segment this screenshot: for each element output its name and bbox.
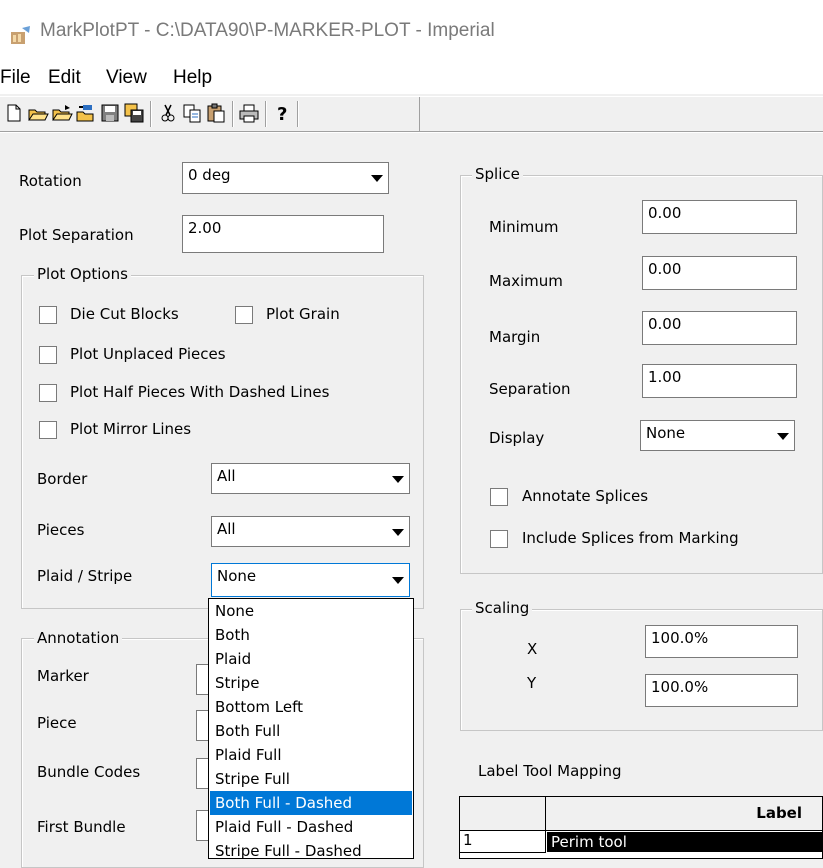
save-icon[interactable] bbox=[99, 102, 121, 124]
title-bar: MarkPlotPT - C:\DATA90\P-MARKER-PLOT - I… bbox=[0, 0, 823, 62]
chevron-down-icon[interactable] bbox=[386, 518, 408, 545]
menu-file[interactable]: File bbox=[0, 67, 31, 89]
paste-icon[interactable] bbox=[205, 102, 227, 124]
splice-display-select[interactable]: None bbox=[640, 420, 795, 451]
marker-label: Marker bbox=[37, 667, 89, 685]
rotation-value: 0 deg bbox=[188, 166, 231, 184]
plaid-stripe-label: Plaid / Stripe bbox=[37, 567, 133, 585]
menu-help[interactable]: Help bbox=[173, 67, 212, 89]
annotate-splices-label: Annotate Splices bbox=[522, 487, 649, 505]
plaid-stripe-select[interactable]: None bbox=[211, 563, 410, 597]
scaling-x-input[interactable]: 100.0% bbox=[645, 625, 798, 658]
chevron-down-icon[interactable] bbox=[386, 465, 408, 492]
annotate-splices-checkbox[interactable] bbox=[490, 488, 508, 506]
dropdown-option[interactable]: Both bbox=[210, 623, 412, 647]
splice-margin-input[interactable]: 0.00 bbox=[642, 311, 797, 345]
dropdown-option[interactable]: Stripe bbox=[210, 671, 412, 695]
print-icon[interactable] bbox=[238, 102, 260, 124]
plot-half-checkbox[interactable] bbox=[39, 384, 57, 402]
plot-mirror-checkbox[interactable] bbox=[39, 421, 57, 439]
window-title: MarkPlotPT - C:\DATA90\P-MARKER-PLOT - I… bbox=[40, 20, 495, 41]
splice-maximum-input[interactable]: 0.00 bbox=[642, 256, 797, 290]
new-icon[interactable] bbox=[3, 102, 25, 124]
dropdown-option[interactable]: Both Full bbox=[210, 719, 412, 743]
dropdown-option[interactable]: Stripe Full bbox=[210, 767, 412, 791]
scaling-title: Scaling bbox=[472, 599, 533, 617]
first-bundle-label: First Bundle bbox=[37, 818, 126, 836]
splice-display-value: None bbox=[646, 424, 686, 442]
splice-title: Splice bbox=[472, 165, 523, 183]
plot-separation-input[interactable]: 2.00 bbox=[182, 215, 384, 253]
menu-view[interactable]: View bbox=[106, 67, 147, 89]
splice-margin-label: Margin bbox=[489, 328, 541, 346]
grid-label-header-text: Label bbox=[756, 804, 802, 822]
import-icon[interactable] bbox=[75, 102, 97, 124]
border-label: Border bbox=[37, 470, 88, 488]
grid-label-header[interactable]: Label bbox=[546, 797, 822, 831]
table-row-label-cell[interactable]: Perim tool bbox=[547, 832, 822, 852]
plot-options-group bbox=[21, 275, 424, 609]
plot-unplaced-label: Plot Unplaced Pieces bbox=[70, 345, 226, 363]
splice-minimum-input[interactable]: 0.00 bbox=[642, 200, 797, 234]
border-select[interactable]: All bbox=[211, 463, 410, 494]
splice-separation-label: Separation bbox=[489, 380, 571, 398]
annotation-title: Annotation bbox=[34, 629, 123, 647]
open-icon[interactable] bbox=[27, 102, 49, 124]
plaid-stripe-dropdown-list[interactable]: None Both Plaid Stripe Bottom Left Both Full P… bbox=[208, 598, 414, 859]
svg-text:?: ? bbox=[277, 104, 287, 124]
include-splices-checkbox[interactable] bbox=[490, 530, 508, 548]
label-tool-mapping-title: Label Tool Mapping bbox=[478, 762, 622, 780]
label-tool-grid[interactable]: Label 1 Perim tool bbox=[459, 796, 823, 859]
dropdown-option[interactable]: Plaid bbox=[210, 647, 412, 671]
plot-unplaced-checkbox[interactable] bbox=[39, 346, 57, 364]
dropdown-option[interactable]: Plaid Full - Dashed bbox=[210, 815, 412, 839]
scaling-y-input[interactable]: 100.0% bbox=[645, 674, 798, 707]
plaid-stripe-value: None bbox=[217, 567, 257, 585]
plot-separation-label: Plot Separation bbox=[19, 226, 134, 244]
save-all-icon[interactable] bbox=[123, 102, 145, 124]
chevron-down-icon[interactable] bbox=[386, 565, 408, 595]
plot-grain-label: Plot Grain bbox=[266, 305, 340, 323]
chart-app-icon bbox=[11, 26, 30, 44]
plot-half-label: Plot Half Pieces With Dashed Lines bbox=[70, 383, 330, 401]
toolbar: ? bbox=[0, 96, 823, 131]
scaling-x-label: X bbox=[527, 640, 538, 658]
piece-label: Piece bbox=[37, 714, 77, 732]
splice-maximum-label: Maximum bbox=[489, 272, 563, 290]
splice-display-label: Display bbox=[489, 429, 545, 447]
menu-bar: File Edit View Help bbox=[0, 62, 823, 94]
chevron-down-icon[interactable] bbox=[771, 422, 793, 449]
rotation-select[interactable]: 0 deg bbox=[182, 162, 389, 194]
scaling-y-label: Y bbox=[527, 674, 537, 692]
border-value: All bbox=[217, 467, 236, 485]
splice-minimum-label: Minimum bbox=[489, 218, 559, 236]
die-cut-blocks-label: Die Cut Blocks bbox=[70, 305, 179, 323]
grid-corner-header bbox=[460, 797, 546, 831]
cut-icon[interactable] bbox=[157, 102, 179, 124]
die-cut-blocks-checkbox[interactable] bbox=[39, 306, 57, 324]
help-icon[interactable]: ? bbox=[271, 102, 293, 124]
pieces-label: Pieces bbox=[37, 521, 85, 539]
plot-options-title: Plot Options bbox=[34, 265, 131, 283]
plot-mirror-label: Plot Mirror Lines bbox=[70, 420, 192, 438]
chevron-down-icon[interactable] bbox=[365, 164, 387, 192]
splice-separation-input[interactable]: 1.00 bbox=[642, 364, 797, 398]
rotation-label: Rotation bbox=[19, 172, 82, 190]
pieces-value: All bbox=[217, 520, 236, 538]
include-splices-label: Include Splices from Marking bbox=[522, 529, 739, 547]
table-row-number: 1 bbox=[460, 831, 546, 853]
dropdown-option[interactable]: Stripe Full - Dashed bbox=[210, 839, 412, 858]
bundle-codes-label: Bundle Codes bbox=[37, 763, 141, 781]
dropdown-option[interactable]: Plaid Full bbox=[210, 743, 412, 767]
dropdown-option[interactable]: Bottom Left bbox=[210, 695, 412, 719]
dropdown-option[interactable]: None bbox=[210, 599, 412, 623]
open-folder-icon[interactable] bbox=[51, 102, 73, 124]
plot-grain-checkbox[interactable] bbox=[235, 306, 253, 324]
menu-edit[interactable]: Edit bbox=[48, 67, 81, 89]
pieces-select[interactable]: All bbox=[211, 516, 410, 547]
copy-icon[interactable] bbox=[181, 102, 203, 124]
dropdown-option[interactable]: Both Full - Dashed bbox=[210, 791, 412, 815]
